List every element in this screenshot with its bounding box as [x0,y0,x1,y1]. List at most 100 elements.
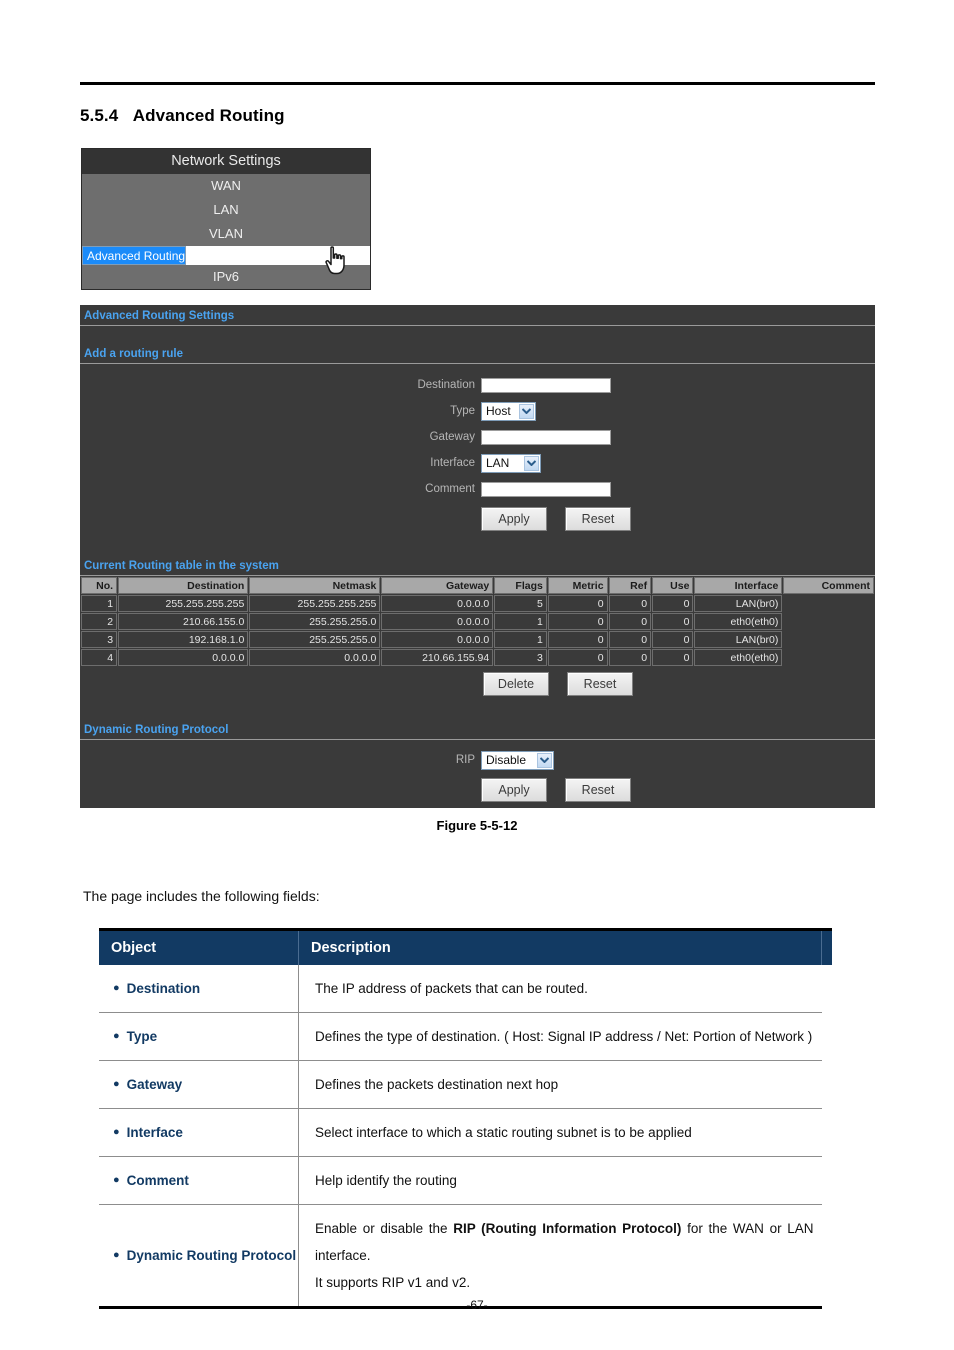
col-ref: Ref [608,577,652,594]
desc-row-endcap [822,1157,833,1205]
page-title: 5.5.4 Advanced Routing [80,106,285,126]
desc-text-bold: RIP (Routing Information Protocol) [453,1221,682,1236]
gateway-row: Gateway [80,424,875,450]
rip-select[interactable]: Disable [481,750,554,770]
cell-ref: 0 [608,595,652,612]
bullet-icon: ● [113,1078,120,1090]
col-interface: Interface [694,577,783,594]
desc-row-endcap [822,1061,833,1109]
add-routing-rule-title: Add a routing rule [80,343,875,364]
chevron-down-icon [524,455,539,471]
cell-netmask: 255.255.255.0 [249,613,381,630]
cell-interface: eth0(eth0) [694,649,783,666]
add-rule-button-row: Apply Reset [80,502,875,531]
destination-row: Destination [80,372,875,398]
gateway-label: Gateway [429,431,475,443]
cell-gateway: 0.0.0.0 [381,595,494,612]
desc-object-destination: ● Destination [99,965,299,1013]
desc-row-endcap [822,965,833,1013]
desc-row-endcap [822,1013,833,1061]
desc-object-label: Destination [126,981,201,996]
type-select[interactable]: Host [481,401,536,421]
cell-interface: eth0(eth0) [694,613,783,630]
cell-gateway: 0.0.0.0 [381,613,494,630]
table-row[interactable]: 4 0.0.0.0 0.0.0.0 210.66.155.94 3 0 0 0 … [81,649,874,666]
col-gateway: Gateway [381,577,494,594]
menu-item-vlan[interactable]: VLAN [82,222,370,246]
table-row[interactable]: 1 255.255.255.255 255.255.255.255 0.0.0.… [81,595,874,612]
desc-object-gateway: ● Gateway [99,1060,299,1109]
menu-item-advanced-routing[interactable]: Advanced Routing [82,246,187,265]
desc-object-label: Interface [126,1125,183,1140]
dynamic-routing-title: Dynamic Routing Protocol [80,719,875,740]
cell-no: 4 [81,649,118,666]
reset-button[interactable]: Reset [567,672,633,696]
destination-label: Destination [417,379,475,391]
desc-row-type: ● Type Defines the type of destination. (… [99,1012,833,1061]
cell-flags: 3 [494,649,547,666]
comment-row: Comment [80,476,875,502]
desc-object-label: Type [126,1029,158,1044]
field-description-table: Object Description ● Destination The IP a… [99,928,832,1309]
cell-ref: 0 [608,631,652,648]
col-no: No. [81,577,118,594]
cell-metric: 0 [547,613,608,630]
reset-button[interactable]: Reset [565,507,631,531]
menu-item-wan[interactable]: WAN [82,174,370,198]
comment-label: Comment [425,483,475,495]
desc-col-object: Object [99,928,299,965]
interface-label: Interface [430,457,475,469]
delete-button[interactable]: Delete [483,672,549,696]
cell-interface: LAN(br0) [694,631,783,648]
cell-comment [783,631,874,648]
desc-text-comment: Help identify the routing [298,1156,822,1205]
cell-destination: 0.0.0.0 [118,649,249,666]
destination-input[interactable] [481,377,611,393]
desc-row-destination: ● Destination The IP address of packets t… [99,965,832,1013]
bullet-icon: ● [113,1174,120,1186]
cell-gateway: 210.66.155.94 [381,649,494,666]
gateway-input[interactable] [481,429,611,445]
table-row[interactable]: 2 210.66.155.0 255.255.255.0 0.0.0.0 1 0… [81,613,874,630]
cell-metric: 0 [547,595,608,612]
menu-item-lan[interactable]: LAN [82,198,370,222]
page-footer: -67- [466,1298,488,1312]
table-row[interactable]: 3 192.168.1.0 255.255.255.0 0.0.0.0 1 0 … [81,631,874,648]
desc-object-type: ● Type [99,1012,299,1061]
comment-input[interactable] [481,481,611,497]
bullet-icon: ● [113,982,120,994]
cell-no: 2 [81,613,118,630]
cell-gateway: 0.0.0.0 [381,631,494,648]
desc-row-gateway: ● Gateway Defines the packets destination… [99,1060,833,1109]
apply-button[interactable]: Apply [481,778,547,802]
section-number: 5.5.4 [80,106,119,125]
chevron-down-icon [537,752,552,768]
desc-object-comment: ● Comment [99,1156,299,1205]
table-header-row: No. Destination Netmask Gateway Flags Me… [81,577,874,594]
col-use: Use [652,577,694,594]
desc-object-label: Gateway [126,1077,183,1092]
cell-metric: 0 [547,631,608,648]
desc-row-endcap [822,1109,833,1157]
routing-table-button-row: Delete Reset [80,667,875,696]
cell-use: 0 [652,649,694,666]
desc-text-type: Defines the type of destination. ( Host:… [298,1012,822,1061]
desc-header-endcap [821,928,832,965]
cell-destination: 255.255.255.255 [118,595,249,612]
panel-title: Advanced Routing Settings [80,305,875,326]
section-title: Advanced Routing [132,106,285,125]
interface-row: Interface LAN [80,450,875,476]
cell-use: 0 [652,631,694,648]
cell-netmask: 0.0.0.0 [249,649,381,666]
cell-destination: 192.168.1.0 [118,631,249,648]
cell-flags: 1 [494,631,547,648]
dynamic-routing-button-row: Apply Reset [80,773,875,802]
interface-select[interactable]: LAN [481,453,541,473]
apply-button[interactable]: Apply [481,507,547,531]
cell-interface: LAN(br0) [694,595,783,612]
reset-button[interactable]: Reset [565,778,631,802]
cell-ref: 0 [608,613,652,630]
col-flags: Flags [494,577,547,594]
chevron-down-icon [519,403,534,419]
